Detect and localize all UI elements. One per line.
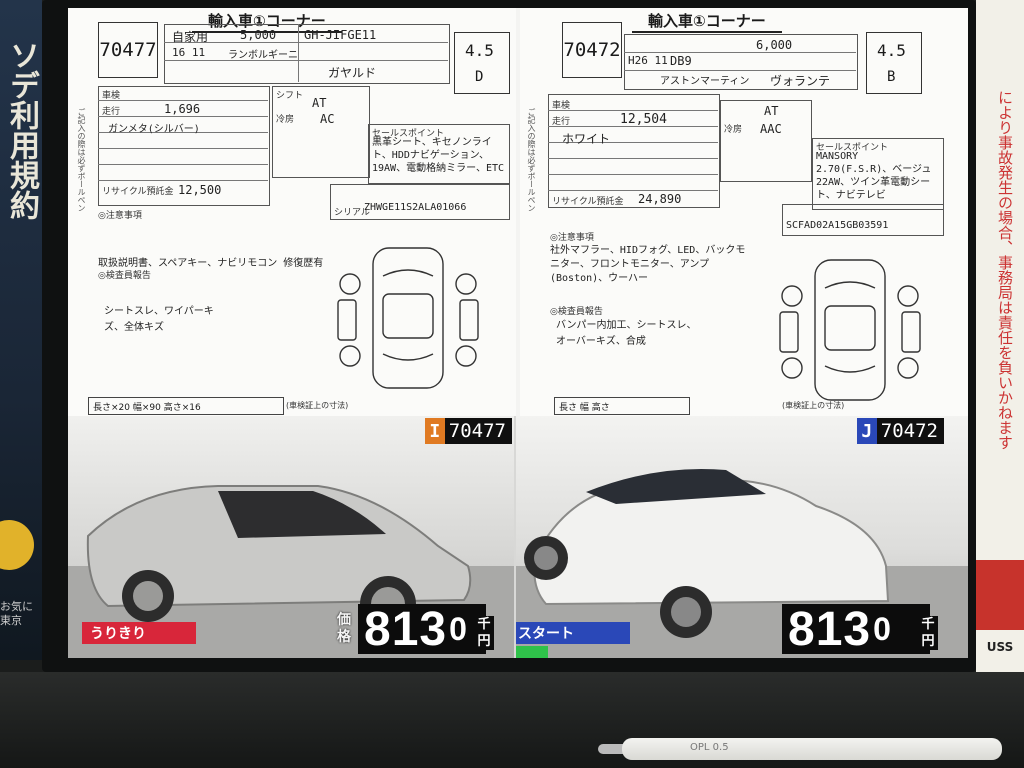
lot-letter: J [856, 418, 877, 444]
status-indicator [516, 646, 548, 658]
auction-sheet-right: 輸入車①コーナー 70472 H26 11 DB9 6,000 アストンマーティ… [520, 8, 968, 416]
sheet-lot-number: 70472 [562, 22, 622, 78]
inspector-notes-cell: バンパー内加工、シートスレ、オーバーキズ、合成 [556, 320, 697, 347]
left-poster-text: ソデ利用規約 [4, 40, 39, 220]
recycle-fee-cell: 12,500 [178, 183, 222, 197]
damage-diagram-right [779, 259, 921, 401]
model-code-cell: DB9 [670, 54, 692, 68]
pen [622, 738, 1002, 760]
price-value: 813 [364, 602, 448, 656]
right-poster-red-box [976, 560, 1024, 630]
recycle-fee-cell: 24,890 [638, 192, 682, 206]
model-code-cell: GH-JIFGE11 [304, 28, 377, 42]
sales-points-cell: MANSORY 2.70(F.S.R)、ベージュ22AW、ツイン革電動シート、ナ… [816, 151, 932, 201]
price-unit: 千円 [918, 616, 938, 650]
auction-sheet-left: 輸入車①コーナー 70477 自家用 5,000 GH-JIFGE11 16 1… [68, 8, 516, 416]
year-cell: 16 11 [172, 46, 206, 59]
sheet-lot-number: 70477 [98, 22, 158, 78]
status-label: スタート [516, 622, 630, 644]
vin-cell: SCFAD02A15GB03591 [786, 220, 889, 231]
lot-number: 70477 [448, 420, 506, 442]
maker-name-cell: アストンマーティン [660, 76, 750, 87]
right-wall-poster: により事故発生の場合、事務局は責任を負いかねます USS [976, 0, 1024, 680]
ac-cell: AC [320, 112, 335, 126]
interior-grade: B [887, 69, 896, 85]
price-value: 813 [788, 602, 872, 656]
sheet-side-note: ご記入の際は必ずボールペン [527, 108, 536, 212]
inspector-notes-cell: シートスレ、ワイパーキズ、全体キズ [104, 306, 214, 333]
dimension-row: 長さ 幅 高さ [554, 397, 690, 415]
sheet-bottom-note: (車検証上の寸法) [782, 401, 845, 410]
vin-cell: ZHWGE11S2ALA01066 [364, 202, 467, 213]
price-label: 価格 [337, 612, 351, 645]
notes-cell: 取扱説明書、スペアキー、ナビリモコン 修復歴有 [98, 258, 324, 269]
sheet-corner-title: 輸入車①コーナー [632, 10, 782, 33]
sales-points-cell: 黒革シート、キセノンライト、HDDナビゲーション、19AW、電動格納ミラー、ET… [372, 137, 505, 174]
grade-box: 4.5 D [454, 32, 510, 94]
current-price: 813 0 [782, 602, 930, 656]
vehicle-photos-panel: I 70477 うりきり 価格 813 0 千円 J 70472 スタート 81… [68, 416, 968, 658]
poster-badge [0, 520, 34, 570]
sheet-side-note: ご記入の際は必ずボールペン [77, 108, 86, 212]
maker-name-cell: ランボルギーニ [228, 50, 298, 61]
lot-number: 70472 [880, 420, 938, 442]
displacement-cell: 5,000 [240, 28, 277, 42]
lot-letter: I [424, 418, 445, 444]
lot-number-tag: J 70472 [856, 418, 944, 444]
pen-tip [598, 744, 624, 754]
price-unit: 千円 [474, 616, 494, 650]
current-price: 813 0 [358, 602, 486, 656]
grade-score: 4.5 [465, 41, 494, 60]
grade-box: 4.5 B [866, 32, 922, 94]
model-name-cell: ヴォランテ [770, 74, 831, 88]
dimension-row: 長さ×20 幅×90 高さ×16 [88, 397, 284, 415]
year-cell: H26 11 [628, 54, 668, 67]
price-suffix: 0 [449, 611, 468, 647]
color-cell: ガンメタ(シルバー) [108, 124, 200, 135]
transmission-cell: AT [764, 104, 779, 118]
displacement-cell: 6,000 [756, 38, 793, 52]
mileage-cell: 1,696 [164, 102, 201, 116]
status-label: うりきり [82, 622, 196, 644]
vehicle-photo-left: I 70477 うりきり 価格 813 0 千円 [68, 416, 514, 658]
notes-cell: 社外マフラー、HIDフォグ、LED、バックモニター、フロントモニター、アンプ(B… [550, 245, 746, 284]
model-name-cell: ガヤルド [328, 66, 377, 80]
left-wall-poster: ソデ利用規約 お気に 東京 [0, 0, 42, 660]
ac-cell: AAC [760, 122, 782, 136]
right-poster-brand: USS [986, 640, 1014, 654]
interior-grade: D [475, 69, 484, 85]
lot-number-tag: I 70477 [424, 418, 512, 444]
mileage-cell: 12,504 [620, 112, 667, 127]
damage-diagram-left [337, 247, 479, 389]
vehicle-photo-right: J 70472 スタート 813 0 千円 [516, 416, 968, 658]
price-suffix: 0 [873, 611, 892, 647]
pen-brand: OPL 0.5 [690, 742, 729, 753]
grade-score: 4.5 [877, 41, 906, 60]
sheet-bottom-note: (車検証上の寸法) [286, 401, 349, 410]
auction-screen: 輸入車①コーナー 70477 自家用 5,000 GH-JIFGE11 16 1… [68, 8, 968, 658]
transmission-cell: AT [312, 96, 327, 110]
right-poster-text: により事故発生の場合、事務局は責任を負いかねます [996, 90, 1014, 450]
maker-cell: 自家用 [172, 30, 209, 44]
left-poster-small: お気に 東京 [0, 600, 33, 627]
color-cell: ホワイト [562, 132, 611, 146]
